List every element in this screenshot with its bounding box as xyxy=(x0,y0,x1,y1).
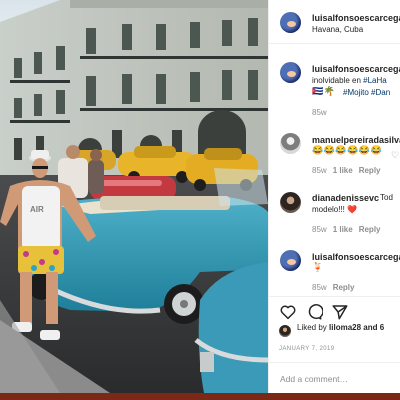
post-details-pane: luisalfonsoescarcega Havana, Cuba luisal… xyxy=(268,0,400,393)
add-comment-placeholder: Add a comment… xyxy=(280,374,349,384)
liked-by-user[interactable]: liloma28 xyxy=(329,323,361,332)
hashtag-link[interactable]: #LaHa xyxy=(363,76,387,85)
comment-avatar[interactable] xyxy=(280,62,301,83)
liked-by-prefix: Liked by xyxy=(297,323,330,332)
comment-bubble-icon[interactable] xyxy=(305,303,323,321)
comment-username[interactable]: luisalfonsoescarcega xyxy=(312,252,400,262)
comment-text-line2: modelo!!! ❤️ xyxy=(312,205,358,214)
add-comment-field[interactable]: Add a comment… xyxy=(269,362,400,393)
bottom-strip xyxy=(0,393,400,400)
liked-by-text: Liked by liloma28 and 6 xyxy=(297,323,384,332)
hashtag-links[interactable]: #Mojito #Dan xyxy=(343,87,390,98)
action-bar xyxy=(269,296,400,324)
comment-emoji: 😂😂😂😂😂😂 xyxy=(312,145,383,155)
comment-avatar[interactable] xyxy=(280,250,301,271)
comment-text: inolvidable en #LaHa xyxy=(312,75,387,86)
post-header: luisalfonsoescarcega Havana, Cuba xyxy=(269,0,400,44)
post-date[interactable]: JANUARY 7, 2019 xyxy=(279,346,334,352)
comment-username[interactable]: manuelpereiradasilva xyxy=(312,135,400,145)
comment-emoji: 🇨🇺🌴 xyxy=(312,86,336,96)
comment-username[interactable]: dianadenissevc xyxy=(312,193,379,203)
heart-outline-icon[interactable] xyxy=(279,303,297,321)
post-photo[interactable]: AIR xyxy=(0,0,268,393)
comment-meta: 85w 1 like Reply xyxy=(312,225,381,234)
comment-avatar[interactable] xyxy=(280,192,301,213)
comment-avatar[interactable] xyxy=(280,133,301,154)
comment-time[interactable]: 85w xyxy=(312,108,327,117)
comment-text: Tod xyxy=(380,193,393,202)
comment-meta: 85w Reply xyxy=(312,283,354,292)
liker-avatar[interactable] xyxy=(279,325,291,337)
reply-button[interactable]: Reply xyxy=(333,283,355,292)
comment-time[interactable]: 85w xyxy=(312,283,327,292)
post-location[interactable]: Havana, Cuba xyxy=(312,25,363,34)
comment-time[interactable]: 85w xyxy=(312,166,327,175)
comment-like-count[interactable]: 1 like xyxy=(333,166,353,175)
comment-text-prefix: inolvidable en xyxy=(312,76,364,85)
havana-street-photo: AIR xyxy=(0,0,268,393)
paper-plane-icon[interactable] xyxy=(331,303,349,321)
liked-by-others[interactable]: and 6 xyxy=(361,323,384,332)
author-username[interactable]: luisalfonsoescarcega xyxy=(312,13,400,23)
comment-like-count[interactable]: 1 like xyxy=(333,225,353,234)
comment-emoji: 🍹 xyxy=(312,262,324,272)
author-avatar[interactable] xyxy=(280,12,301,33)
comment-meta: 85w 1 like Reply xyxy=(312,166,381,175)
comment-time[interactable]: 85w xyxy=(312,225,327,234)
reply-button[interactable]: Reply xyxy=(359,166,381,175)
comment-like-icon[interactable]: ♡ xyxy=(391,150,399,161)
svg-text:AIR: AIR xyxy=(30,205,44,214)
reply-button[interactable]: Reply xyxy=(359,225,381,234)
comment-username[interactable]: luisalfonsoescarcega xyxy=(312,64,400,74)
